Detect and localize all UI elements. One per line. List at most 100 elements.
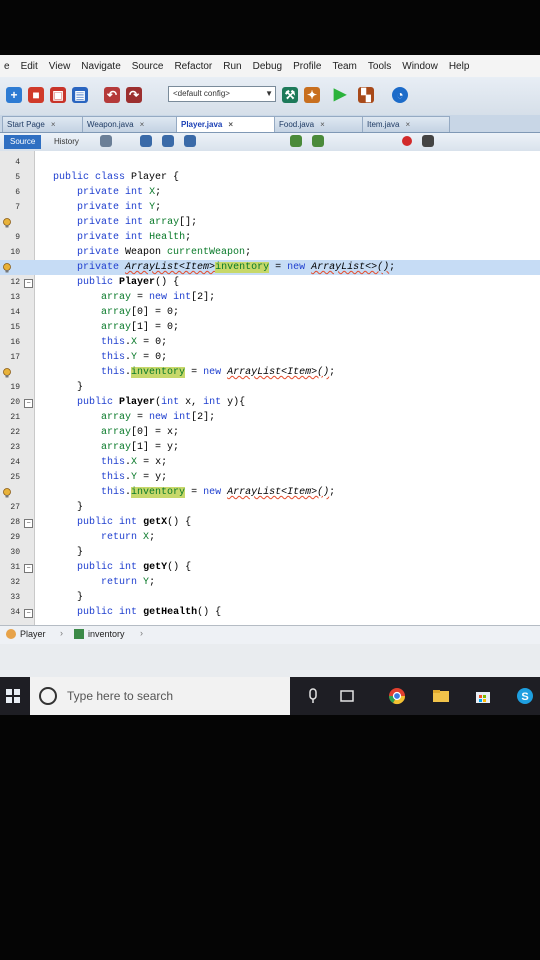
tab-food-java[interactable]: Food.java × <box>274 116 368 132</box>
shift-right-icon[interactable] <box>312 135 324 147</box>
fold-toggle-icon[interactable]: − <box>24 519 33 528</box>
menu-source[interactable]: Source <box>132 61 164 72</box>
line-number: 4 <box>15 158 20 167</box>
close-icon[interactable]: × <box>140 120 145 129</box>
tab-weapon-java[interactable]: Weapon.java × <box>82 116 182 132</box>
tab-player-java[interactable]: Player.java × <box>176 116 280 132</box>
microphone-icon[interactable] <box>304 687 322 705</box>
breadcrumb-member[interactable]: inventory <box>88 629 125 639</box>
debug-icon[interactable]: ▚ <box>358 87 374 103</box>
build-icon[interactable]: ⚒ <box>282 87 298 103</box>
bulb-hint-icon[interactable] <box>2 263 12 273</box>
code-text: array[0] = x; <box>101 427 180 438</box>
close-icon[interactable]: × <box>405 120 410 129</box>
config-select[interactable]: <default config> ▼ <box>168 86 276 102</box>
code-editor[interactable]: 4 5 public class Player { 6 private int … <box>0 151 540 625</box>
clean-build-icon[interactable]: ✦ <box>304 87 320 103</box>
code-text: } <box>53 382 84 393</box>
find-icon[interactable] <box>140 135 152 147</box>
code-text: this.Y = y; <box>101 472 168 483</box>
bulb-hint-icon[interactable] <box>2 488 12 498</box>
code-text: private int Y; <box>77 202 162 213</box>
source-tab[interactable]: Source <box>4 135 42 149</box>
menu-run[interactable]: Run <box>223 61 241 72</box>
code-line: 6 private int X; <box>0 185 540 200</box>
menu-help[interactable]: Help <box>449 61 470 72</box>
current-code-line: 11 private ArrayList<Item>inventory = ne… <box>0 260 540 275</box>
store-icon[interactable] <box>474 687 492 705</box>
config-value: <default config> <box>173 89 230 98</box>
new-file-icon[interactable]: + <box>6 87 22 103</box>
line-number: 31 <box>10 563 20 572</box>
bulb-hint-icon[interactable] <box>2 368 12 378</box>
stop-macro-icon[interactable] <box>422 135 434 147</box>
code-line: 24 this.X = x; <box>0 455 540 470</box>
close-icon[interactable]: × <box>320 120 325 129</box>
fold-toggle-icon[interactable]: − <box>24 399 33 408</box>
save-all-icon[interactable]: ▤ <box>72 87 88 103</box>
menu-profile[interactable]: Profile <box>293 61 321 72</box>
windows-start-icon[interactable] <box>6 689 20 703</box>
skype-icon[interactable]: S <box>516 687 534 705</box>
record-macro-icon[interactable] <box>402 136 412 146</box>
bulb-hint-icon[interactable] <box>2 218 12 228</box>
line-number: 19 <box>10 383 20 392</box>
menu-tools[interactable]: Tools <box>368 61 391 72</box>
line-number: 25 <box>10 473 20 482</box>
breadcrumb-class[interactable]: Player <box>20 629 46 639</box>
line-number: 21 <box>10 413 20 422</box>
open-project-icon[interactable]: ▣ <box>50 87 66 103</box>
line-number: 20 <box>10 398 20 407</box>
tab-item-java[interactable]: Item.java × <box>362 116 450 132</box>
menu-team[interactable]: Team <box>332 61 356 72</box>
menu-edit[interactable]: Edit <box>21 61 38 72</box>
fold-toggle-icon[interactable]: − <box>24 609 33 618</box>
taskbar-search[interactable]: Type here to search <box>30 677 290 715</box>
code-text: } <box>53 502 84 513</box>
code-line: 22 array[0] = x; <box>0 425 540 440</box>
ide-window: e Edit View Navigate Source Refactor Run… <box>0 55 540 715</box>
tab-start-page[interactable]: Start Page × <box>2 116 88 132</box>
menu-window[interactable]: Window <box>402 61 438 72</box>
shift-left-icon[interactable] <box>290 135 302 147</box>
code-line: 16 this.X = 0; <box>0 335 540 350</box>
code-line: 19 } <box>0 380 540 395</box>
line-number: 30 <box>10 548 20 557</box>
code-text: this.X = x; <box>101 457 168 468</box>
code-line: 34 − public int getHealth() { <box>0 605 540 620</box>
code-line: 28 − public int getX() { <box>0 515 540 530</box>
fold-toggle-icon[interactable]: − <box>24 564 33 573</box>
code-text: return Y; <box>101 577 156 588</box>
code-line: 30 } <box>0 545 540 560</box>
new-project-icon[interactable]: ■ <box>28 87 44 103</box>
find-next-icon[interactable] <box>184 135 196 147</box>
run-icon[interactable]: ▶ <box>332 87 348 103</box>
line-number: 16 <box>10 338 20 347</box>
find-previous-icon[interactable] <box>162 135 174 147</box>
search-placeholder: Type here to search <box>67 689 174 703</box>
history-tab[interactable]: History <box>48 135 85 149</box>
menu-navigate[interactable]: Navigate <box>81 61 120 72</box>
menu-file[interactable]: e <box>4 61 10 72</box>
menu-debug[interactable]: Debug <box>253 61 282 72</box>
chrome-icon[interactable] <box>388 687 406 705</box>
main-toolbar: + ■ ▣ ▤ ↶ ↷ <default config> ▼ ⚒ ✦ ▶ ▚ ◔ <box>0 77 540 116</box>
close-icon[interactable]: × <box>51 120 56 129</box>
menu-view[interactable]: View <box>49 61 71 72</box>
code-text: public int getHealth() { <box>77 607 222 618</box>
code-text: array[0] = 0; <box>101 307 180 318</box>
redo-icon[interactable]: ↷ <box>126 87 142 103</box>
profile-icon[interactable]: ◔ <box>392 87 408 103</box>
code-line: 9 private int Health; <box>0 230 540 245</box>
fold-toggle-icon[interactable]: − <box>24 279 33 288</box>
code-line: 31 − public int getY() { <box>0 560 540 575</box>
undo-icon[interactable]: ↶ <box>104 87 120 103</box>
task-view-icon[interactable] <box>338 687 356 705</box>
close-icon[interactable]: × <box>228 120 233 129</box>
code-text: array = new int[2]; <box>101 292 216 303</box>
code-line: 23 array[1] = y; <box>0 440 540 455</box>
code-text: this.inventory = new ArrayList<Item>(); <box>101 487 336 498</box>
menu-refactor[interactable]: Refactor <box>174 61 212 72</box>
last-edit-icon[interactable] <box>100 135 112 147</box>
file-explorer-icon[interactable] <box>432 687 450 705</box>
